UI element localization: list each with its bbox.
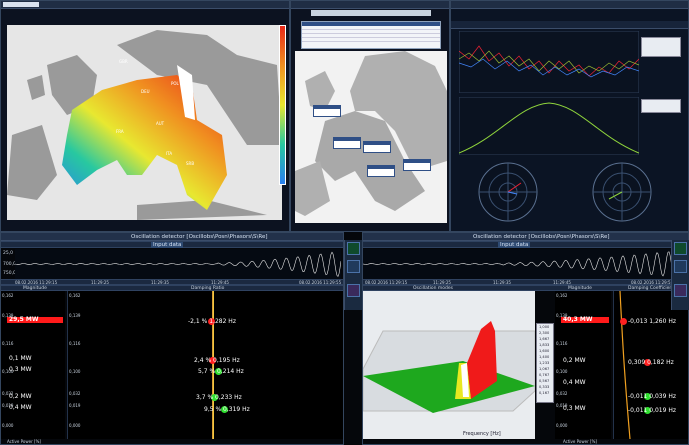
legend-entry: 0,167 (537, 390, 553, 396)
damping-zero-line (212, 291, 214, 439)
oscillation-modes-3d: Frequency [Hz] (363, 291, 535, 439)
polar-plot-left (477, 161, 539, 223)
mode-label: 3,7 % 0,233 Hz (196, 394, 242, 401)
mag-axis: 0,116 (2, 341, 13, 346)
heatmap-legend (279, 25, 286, 185)
pmu-box[interactable] (313, 105, 341, 117)
damp-axis: 0,116 (69, 341, 80, 346)
pmu-map-window (290, 0, 450, 232)
chart-icon[interactable] (347, 242, 360, 255)
damping-coeff-column: -0,013 1,260 Hz 0,309 0,182 Hz -0,011 0,… (613, 291, 689, 439)
map-label: GBR (119, 59, 128, 64)
heatmap-menu-button[interactable] (3, 2, 39, 7)
pmu-tabs[interactable] (311, 10, 431, 16)
mag-item: 0,4 MW (9, 404, 32, 411)
settings-icon[interactable] (347, 284, 360, 297)
phasor-toolbar (451, 1, 689, 9)
pmu-table (301, 21, 441, 49)
mag-axis: 0,032 (556, 391, 567, 396)
magnitude-column-right: 0,162 0,139 0,116 0,100 0,032 0,019 0,00… (555, 291, 611, 439)
map-label: ITA (166, 151, 172, 156)
pmu-box[interactable] (363, 141, 391, 153)
mag-axis: 0,000 (556, 423, 567, 428)
polar-plot-right (591, 161, 653, 223)
mag-axis: 0,162 (556, 293, 567, 298)
wave-tick: 700,0 (3, 262, 16, 267)
mode-label: -2,1 % 1,282 Hz (188, 318, 236, 325)
mag-item: 0,3 MW (563, 405, 586, 412)
damp-axis: 0,162 (69, 293, 80, 298)
pmu-box[interactable] (333, 137, 361, 149)
map-label: AUT (156, 121, 164, 126)
heatmap-toolbar (1, 1, 290, 9)
mag-item: 29,5 MW (9, 316, 38, 323)
europe-heatmap (7, 25, 282, 220)
damping-column: 0,162 0,139 0,116 0,100 0,032 0,019 0,00… (67, 291, 344, 439)
mag-axis: 0,000 (2, 423, 13, 428)
x-axis-label: Active Power [%] (7, 439, 41, 444)
pmu-map-toolbar (291, 1, 450, 9)
osc-left-title: Oscillation detector [Oscillobs\Posn\Pha… (131, 234, 267, 240)
osc-detector-left: Oscillation detector [Oscillobs\Posn\Pha… (0, 232, 344, 445)
wave-tick: 750,0 (3, 271, 16, 276)
damp-axis: 0,100 (69, 369, 80, 374)
mag-axis: 0,100 (556, 369, 567, 374)
phasor-subtoolbar (451, 21, 689, 29)
mag-item: 0,3 MW (9, 366, 32, 373)
input-data-label-right[interactable]: Input data (498, 242, 530, 248)
heatmap-window: GBR DEU POL FRA AUT ITA SRB (0, 0, 290, 232)
line-legend-1 (641, 37, 681, 57)
osc-left-titlebar: Oscillation detector [Oscillobs\Posn\Pha… (1, 233, 344, 241)
mode-label: -0,013 1,260 Hz (628, 318, 676, 325)
settings-icon[interactable] (674, 284, 687, 297)
mode-label: 2,4 % 0,195 Hz (194, 357, 240, 364)
osc-detector-right: Oscillation detector [Oscillobs\Posn\Pha… (362, 232, 689, 445)
input-waveform-left (15, 249, 341, 279)
map-label: DEU (141, 89, 150, 94)
map-label: SRB (186, 161, 194, 166)
wave-tick: 25,0 (3, 251, 13, 256)
input-data-bar-right: Input data (363, 241, 689, 248)
x-axis-label: Active Power [%] (563, 439, 597, 444)
osc-right-titlebar: Oscillation detector [Oscillobs\Posn\Pha… (363, 233, 689, 241)
freq-axis-label: Frequency [Hz] (463, 431, 501, 437)
input-data-label[interactable]: Input data (151, 242, 183, 248)
mode-dot[interactable] (620, 318, 627, 325)
search-icon[interactable] (347, 260, 360, 273)
europe-map (295, 51, 447, 223)
damp-axis: 0,139 (69, 313, 80, 318)
input-data-bar: Input data (1, 241, 344, 248)
mag-item: 0,1 MW (9, 355, 32, 362)
phasor-window (450, 0, 689, 232)
map-label: FRA (116, 129, 124, 134)
map-label: POL (171, 81, 179, 86)
input-waveform-right (363, 249, 673, 279)
mode-label: -0,011 0,039 Hz (628, 393, 676, 400)
mode-label: 5,7 % 0,214 Hz (198, 368, 244, 375)
chart-icon[interactable] (674, 242, 687, 255)
line-legend-2 (641, 99, 681, 113)
damp-axis: 0,032 (69, 391, 80, 396)
right-side-toolbar (671, 240, 689, 310)
pmu-box[interactable] (367, 165, 395, 177)
osc-right-title: Oscillation detector [Oscillobs\Posn\Pha… (473, 234, 609, 240)
left-side-toolbar (344, 240, 362, 310)
pmu-box[interactable] (403, 159, 431, 171)
mag-item: 0,2 MW (9, 393, 32, 400)
mode-label: 0,309 0,182 Hz (628, 359, 674, 366)
mode-label: -0,011 0,019 Hz (628, 407, 676, 414)
damp-axis: 0,019 (69, 403, 80, 408)
frequency-line-chart (459, 97, 639, 155)
mag-item: 40,3 MW (563, 316, 592, 323)
voltage-line-chart (459, 31, 639, 93)
mode-label: 9,5 % 0,319 Hz (204, 406, 250, 413)
modes-legend: 1,000 2,300 1,667 1,833 1,600 1,400 1,233 1,067… (536, 323, 554, 403)
damp-axis: 0,000 (69, 423, 80, 428)
mag-axis: 0,162 (2, 293, 13, 298)
mag-item: 0,4 MW (563, 379, 586, 386)
magnitude-column: 0,162 0,139 0,116 0,100 0,032 0,019 0,00… (1, 291, 65, 439)
mag-item: 0,2 MW (563, 357, 586, 364)
search-icon[interactable] (674, 260, 687, 273)
mag-axis: 0,116 (556, 341, 567, 346)
